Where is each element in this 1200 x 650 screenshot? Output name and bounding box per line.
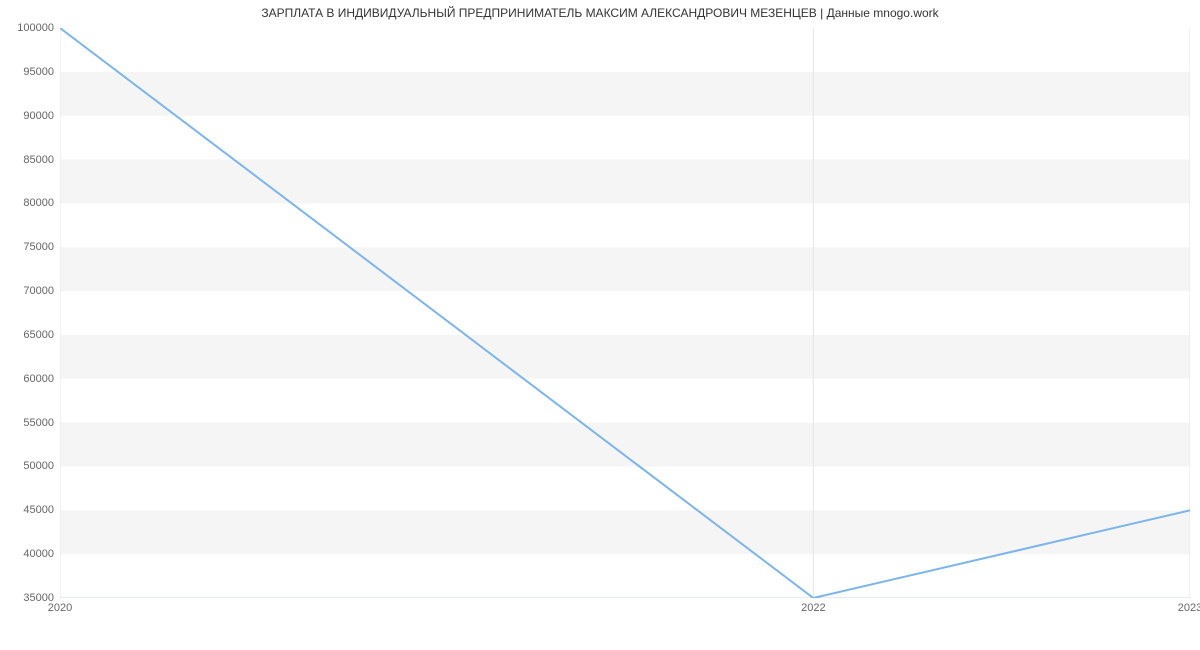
y-tick-label: 65000 — [23, 329, 54, 341]
grid-band — [60, 72, 1190, 116]
y-tick-label: 60000 — [23, 373, 54, 385]
y-tick-label: 50000 — [23, 460, 54, 472]
y-tick-label: 40000 — [23, 548, 54, 560]
y-tick-label: 100000 — [17, 22, 54, 34]
grid-band — [60, 510, 1190, 554]
x-tick-label: 2022 — [801, 602, 825, 614]
y-tick-label: 55000 — [23, 417, 54, 429]
x-tick-label: 2023 — [1178, 602, 1200, 614]
x-tick-label: 2020 — [48, 602, 72, 614]
grid-band — [60, 247, 1190, 291]
y-tick-label: 90000 — [23, 110, 54, 122]
y-tick-label: 80000 — [23, 197, 54, 209]
grid-band — [60, 423, 1190, 467]
y-tick-label: 95000 — [23, 66, 54, 78]
y-tick-label: 85000 — [23, 154, 54, 166]
grid-band — [60, 335, 1190, 379]
chart-title: ЗАРПЛАТА В ИНДИВИДУАЛЬНЫЙ ПРЕДПРИНИМАТЕЛ… — [0, 6, 1200, 20]
plot-area — [60, 28, 1190, 598]
grid-band — [60, 160, 1190, 204]
chart-container: ЗАРПЛАТА В ИНДИВИДУАЛЬНЫЙ ПРЕДПРИНИМАТЕЛ… — [0, 0, 1200, 650]
y-tick-label: 45000 — [23, 504, 54, 516]
y-tick-label: 70000 — [23, 285, 54, 297]
y-tick-label: 75000 — [23, 241, 54, 253]
line-chart-svg — [60, 28, 1190, 598]
